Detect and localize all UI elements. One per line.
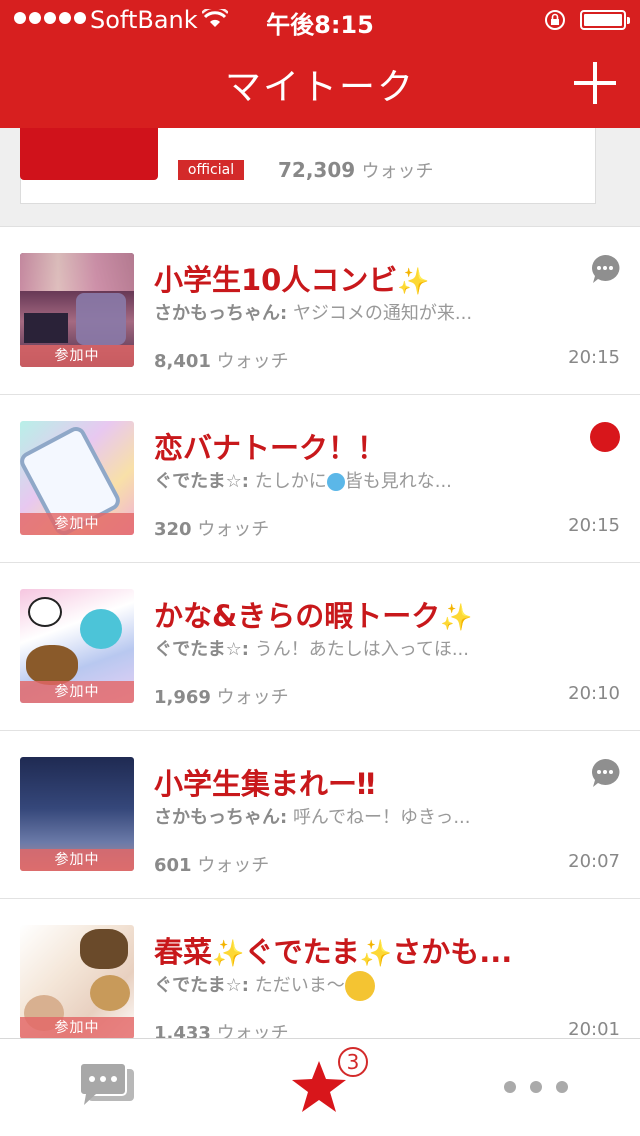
message-text: ヤジコメの通知が来... bbox=[292, 303, 473, 324]
watch-unit: ウォッチ bbox=[197, 519, 270, 540]
sparkle-icon: ✨ bbox=[440, 603, 473, 633]
talk-thumbnail: 参加中 bbox=[20, 589, 134, 703]
watch-count: 320 ウォッチ bbox=[154, 515, 269, 541]
talk-row[interactable]: 参加中 かな&きらの暇トーク✨ ぐでたま☆: うん！あたしは入ってほ... 1,… bbox=[0, 563, 640, 731]
talk-title-part-2: ぐでたま bbox=[244, 935, 360, 969]
joined-badge: 参加中 bbox=[20, 1017, 134, 1038]
last-message-time: 20:10 bbox=[568, 683, 620, 704]
last-message-time: 20:15 bbox=[568, 347, 620, 368]
joined-badge: 参加中 bbox=[20, 681, 134, 703]
last-message: ぐでたま☆: ただいま〜 bbox=[154, 971, 375, 1001]
message-sender: さかもっちゃん: bbox=[154, 303, 288, 324]
rotation-lock-icon bbox=[545, 10, 565, 30]
comment-icon bbox=[592, 758, 620, 787]
watch-unit: ウォッチ bbox=[216, 687, 289, 708]
last-message: さかもっちゃん: 呼んでねー！ゆきっ... bbox=[154, 803, 470, 829]
talk-row[interactable]: 参加中 春菜✨ぐでたま✨さかも... ぐでたま☆: ただいま〜 1,433 ウォ… bbox=[0, 899, 640, 1038]
talk-title-text: 小学生10人コンビ bbox=[154, 263, 398, 297]
watch-unit: ウォッチ bbox=[216, 1023, 289, 1038]
message-sender: ぐでたま☆: bbox=[154, 639, 249, 660]
smile-emoji-icon bbox=[344, 971, 375, 1001]
official-badge: official bbox=[178, 160, 244, 180]
message-text: うん！あたしは入ってほ... bbox=[254, 639, 469, 660]
watch-unit: ウォッチ bbox=[197, 855, 270, 876]
talk-list[interactable]: 参加中 小学生10人コンビ✨ さかもっちゃん: ヤジコメの通知が来... 8,4… bbox=[0, 226, 640, 1038]
watch-count: 1,969 ウォッチ bbox=[154, 683, 289, 709]
talk-title: 小学生集まれー‼ bbox=[154, 767, 376, 801]
talk-thumbnail: 参加中 bbox=[20, 925, 134, 1038]
message-sender: ぐでたま☆: bbox=[154, 975, 249, 996]
watch-count: 1,433 ウォッチ bbox=[154, 1019, 289, 1038]
joined-badge: 参加中 bbox=[20, 849, 134, 871]
talk-title-part-1: 春菜 bbox=[154, 935, 213, 969]
message-text: たしかに bbox=[254, 471, 327, 492]
watch-number: 8,401 bbox=[154, 351, 211, 372]
message-sender: さかもっちゃん: bbox=[154, 807, 288, 828]
tab-talk-icon[interactable] bbox=[78, 1061, 136, 1109]
watch-unit: ウォッチ bbox=[216, 351, 289, 372]
talk-title: 小学生10人コンビ✨ bbox=[154, 257, 430, 299]
talk-thumbnail: 参加中 bbox=[20, 421, 134, 535]
favorites-notification-badge: 3 bbox=[338, 1047, 368, 1077]
watch-count: 601 ウォッチ bbox=[154, 851, 269, 877]
talk-title: 恋バナトーク！！ bbox=[154, 431, 387, 465]
talk-title: 春菜✨ぐでたま✨さかも... bbox=[154, 929, 512, 971]
message-sender: ぐでたま☆: bbox=[154, 471, 249, 492]
watch-number: 601 bbox=[154, 855, 192, 876]
last-message-time: 20:07 bbox=[568, 851, 620, 872]
watch-number: 320 bbox=[154, 519, 192, 540]
talk-title-text: かな&きらの暇トーク bbox=[154, 599, 441, 633]
last-message: さかもっちゃん: ヤジコメの通知が来... bbox=[154, 299, 472, 325]
tab-more-icon[interactable] bbox=[504, 1081, 568, 1093]
talk-row[interactable]: 参加中 小学生10人コンビ✨ さかもっちゃん: ヤジコメの通知が来... 8,4… bbox=[0, 227, 640, 395]
page-title: マイトーク bbox=[224, 67, 415, 108]
watch-number: 1,969 bbox=[154, 687, 211, 708]
sparkle-icon: ✨ bbox=[397, 267, 430, 297]
sweat-drops-icon bbox=[326, 473, 345, 491]
official-card-thumbnail bbox=[20, 128, 158, 180]
app-header: SoftBank 午後8:15 マイトーク bbox=[0, 0, 640, 128]
message-text: 呼んでねー！ゆきっ... bbox=[292, 807, 471, 828]
watch-number: 1,433 bbox=[154, 1023, 211, 1038]
official-watch-count: 72,309 ウォッチ bbox=[278, 157, 434, 183]
sparkle-icon: ✨ bbox=[212, 939, 245, 969]
joined-badge: 参加中 bbox=[20, 513, 134, 535]
last-message-time: 20:01 bbox=[568, 1019, 620, 1038]
last-message-time: 20:15 bbox=[568, 515, 620, 536]
official-watch-number: 72,309 bbox=[278, 158, 356, 182]
joined-badge: 参加中 bbox=[20, 345, 134, 367]
sparkle-icon: ✨ bbox=[359, 939, 393, 969]
talk-thumbnail: 参加中 bbox=[20, 757, 134, 871]
message-text-tail: 皆も見れな... bbox=[344, 471, 452, 492]
status-bar: SoftBank 午後8:15 bbox=[0, 0, 640, 40]
talk-thumbnail: 参加中 bbox=[20, 253, 134, 367]
tab-bar: 3 bbox=[0, 1038, 640, 1136]
talk-title: かな&きらの暇トーク✨ bbox=[154, 593, 473, 635]
last-message: ぐでたま☆: うん！あたしは入ってほ... bbox=[154, 635, 469, 661]
talk-row[interactable]: 参加中 恋バナトーク！！ ぐでたま☆: たしかに 皆も見れな... 320 ウォッ… bbox=[0, 395, 640, 563]
comment-icon bbox=[592, 254, 620, 283]
talk-row[interactable]: 参加中 小学生集まれー‼ さかもっちゃん: 呼んでねー！ゆきっ... 601 ウ… bbox=[0, 731, 640, 899]
unread-dot-icon bbox=[590, 422, 620, 452]
add-talk-button[interactable] bbox=[574, 62, 616, 104]
official-watch-unit: ウォッチ bbox=[361, 161, 434, 182]
message-text: ただいま〜 bbox=[254, 975, 345, 996]
last-message: ぐでたま☆: たしかに 皆も見れな... bbox=[154, 467, 452, 493]
watch-count: 8,401 ウォッチ bbox=[154, 347, 289, 373]
official-talk-card[interactable]: official 72,309 ウォッチ bbox=[0, 128, 640, 226]
battery-icon bbox=[580, 10, 630, 30]
talk-title-part-3: さかも... bbox=[392, 935, 513, 969]
